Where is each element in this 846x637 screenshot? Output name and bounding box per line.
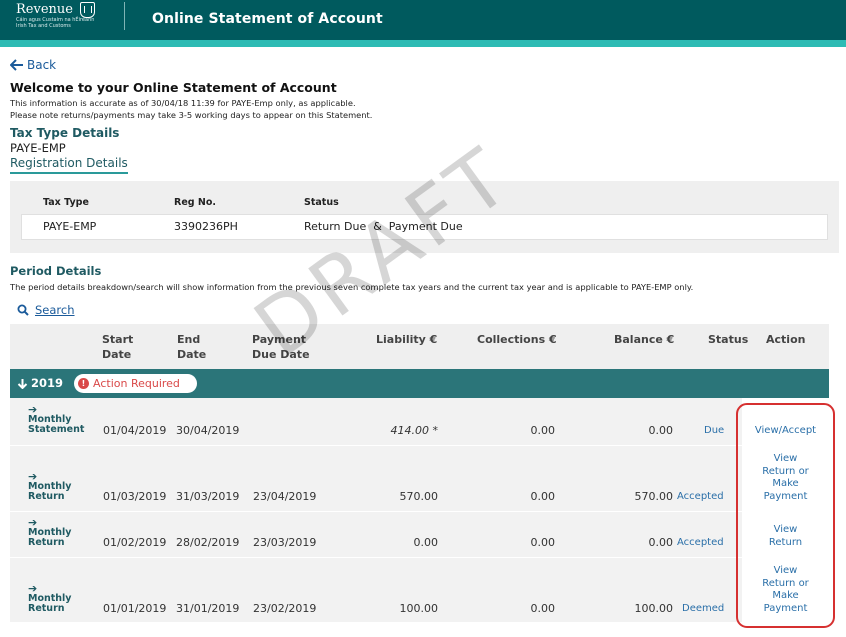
liability-value: 414.00 * — [390, 424, 439, 437]
liability-value: 100.00 — [399, 602, 439, 615]
tax-type-value: PAYE-EMP — [10, 141, 66, 155]
th-payment-due-date: Payment Due Date — [252, 333, 310, 361]
reg-header-reg-no: Reg No. — [174, 197, 216, 208]
reg-cell-reg-no: 3390236PH — [174, 220, 238, 233]
collections-value: 0.00 — [530, 490, 556, 503]
document-link[interactable]: ➔ Monthly Statement — [28, 404, 84, 435]
table-row — [10, 398, 829, 445]
page-title: Online Statement of Account — [152, 11, 383, 27]
document-link[interactable]: ➔ Monthly Return — [28, 471, 72, 502]
search-link[interactable]: Search — [17, 303, 75, 317]
th-end-date: End Date — [177, 333, 207, 361]
payment-due-date: 23/02/2019 — [253, 602, 317, 615]
status-value: Due — [704, 425, 725, 436]
status-value: Accepted — [677, 491, 724, 502]
end-date: 30/04/2019 — [176, 424, 240, 437]
action-column-highlight — [736, 403, 835, 628]
year-toggle[interactable]: 2019 — [17, 376, 63, 390]
harp-icon — [80, 2, 95, 18]
end-date: 31/03/2019 — [176, 490, 240, 503]
payment-due-date: 23/03/2019 — [253, 536, 317, 549]
tax-type-heading: Tax Type Details — [10, 126, 120, 140]
balance-value: 0.00 — [648, 536, 674, 549]
table-row — [10, 512, 829, 557]
processing-note: Please note returns/payments may take 3-… — [10, 110, 373, 120]
collections-value: 0.00 — [530, 602, 556, 615]
collections-value: 0.00 — [530, 424, 556, 437]
end-date: 28/02/2019 — [176, 536, 240, 549]
th-start-date: Start Date — [102, 333, 134, 361]
action-required-label: Action Required — [93, 377, 180, 390]
period-description: The period details breakdown/search will… — [10, 282, 694, 292]
end-date: 31/01/2019 — [176, 602, 240, 615]
th-liability: Liability € — [376, 333, 438, 346]
status-value: Deemed — [682, 603, 725, 614]
balance-value: 0.00 — [648, 424, 674, 437]
action-required-badge: ! Action Required — [74, 374, 197, 393]
logo-subtitle-english: Irish Tax and Customs — [16, 23, 71, 29]
accuracy-note: This information is accurate as of 30/04… — [10, 98, 356, 108]
site-header — [0, 0, 846, 40]
status-value: Accepted — [677, 537, 724, 548]
reg-header-tax-type: Tax Type — [43, 197, 89, 208]
document-link[interactable]: ➔ Monthly Return — [28, 583, 72, 614]
payment-due-date: 23/04/2019 — [253, 490, 317, 503]
alert-icon: ! — [78, 378, 89, 389]
period-details-heading: Period Details — [10, 264, 102, 278]
search-icon — [17, 304, 29, 316]
search-label: Search — [35, 303, 75, 317]
th-status: Status — [708, 333, 749, 346]
arrow-left-icon — [10, 59, 23, 71]
reg-cell-status: Return Due & Payment Due — [304, 220, 463, 233]
header-stripe — [0, 40, 846, 47]
collections-value: 0.00 — [530, 536, 556, 549]
start-date: 01/02/2019 — [103, 536, 167, 549]
balance-value: 570.00 — [634, 490, 674, 503]
reg-cell-tax-type: PAYE-EMP — [43, 220, 97, 233]
document-link[interactable]: ➔ Monthly Return — [28, 517, 72, 548]
back-label: Back — [27, 58, 57, 72]
th-collections: Collections € — [477, 333, 557, 346]
header-divider — [124, 2, 125, 30]
th-balance: Balance € — [614, 333, 675, 346]
start-date: 01/01/2019 — [103, 602, 167, 615]
arrow-down-icon — [17, 378, 28, 389]
registration-details-tab[interactable]: Registration Details — [10, 156, 128, 170]
welcome-heading: Welcome to your Online Statement of Acco… — [10, 80, 337, 95]
th-action: Action — [766, 333, 806, 346]
liability-value: 0.00 — [413, 536, 439, 549]
year-label: 2019 — [31, 376, 64, 390]
reg-header-status: Status — [304, 197, 339, 208]
back-link[interactable]: Back — [10, 58, 56, 72]
active-tab-underline — [10, 172, 128, 174]
liability-value: 570.00 — [399, 490, 439, 503]
start-date: 01/03/2019 — [103, 490, 167, 503]
balance-value: 100.00 — [634, 602, 674, 615]
start-date: 01/04/2019 — [103, 424, 167, 437]
